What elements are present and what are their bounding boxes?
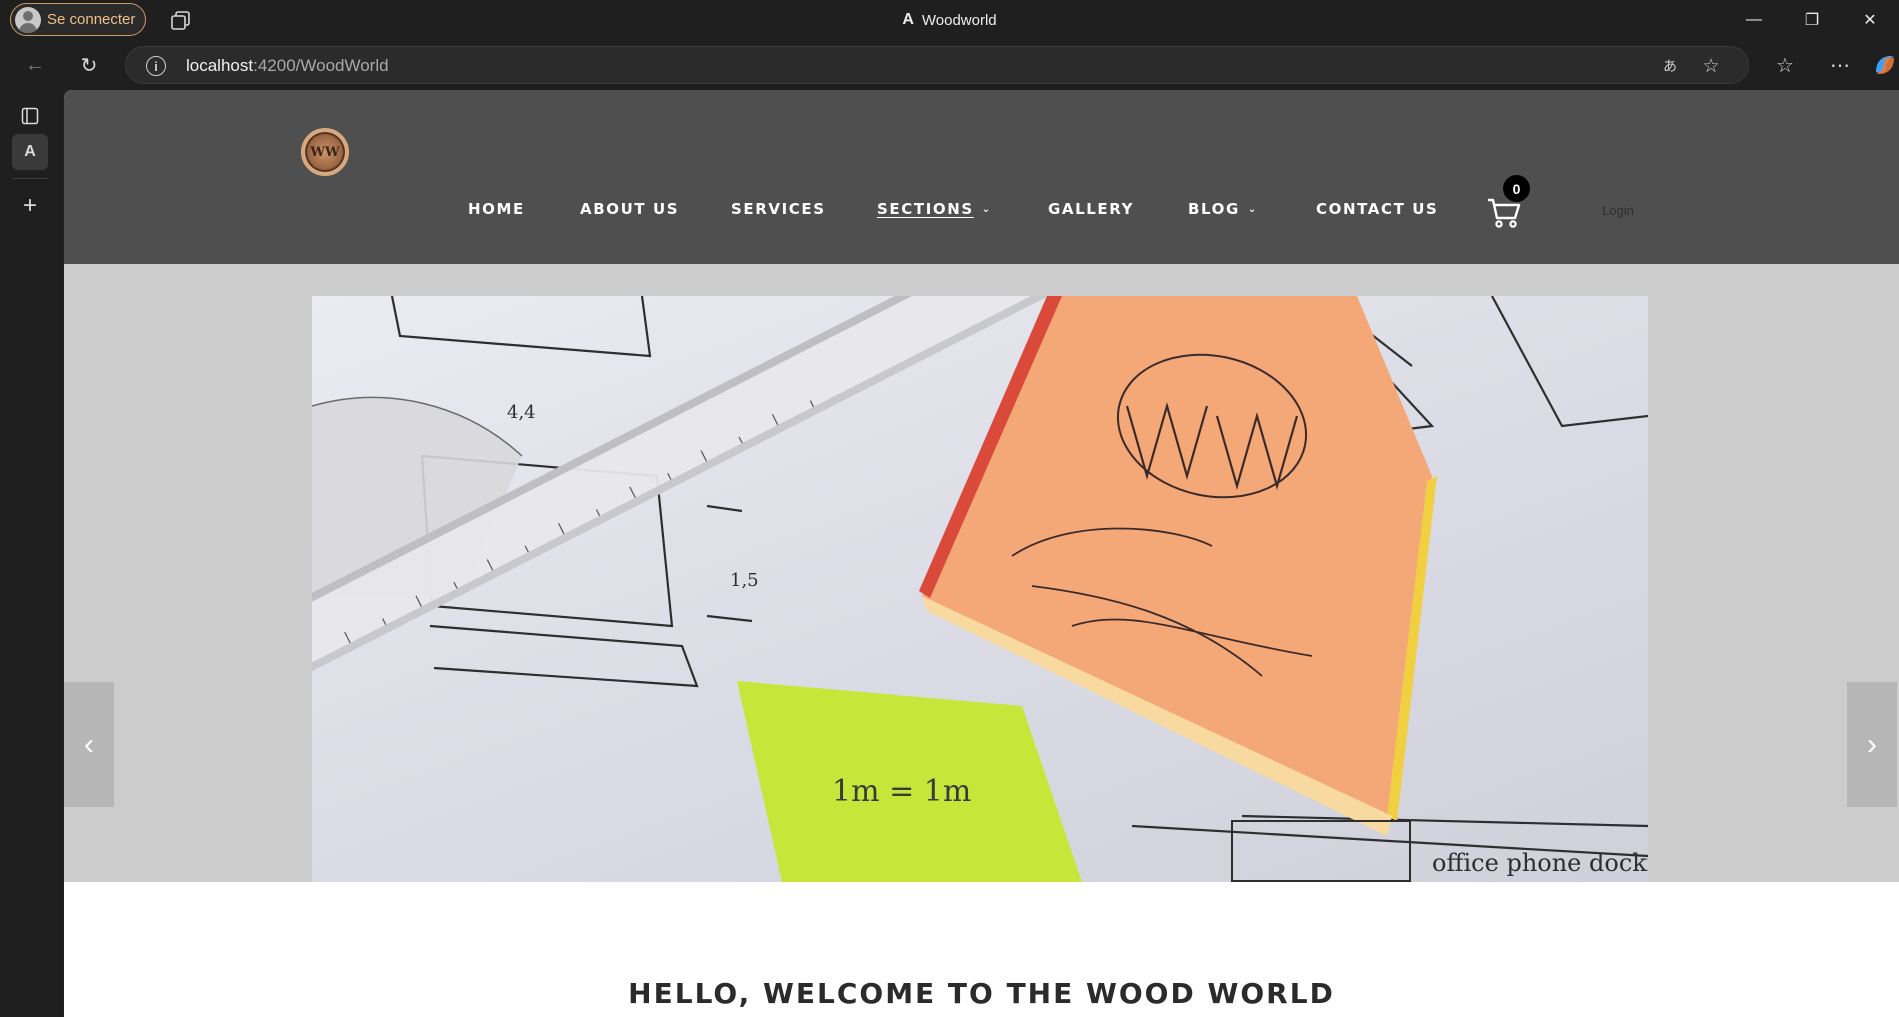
browser-title-bar: Se connecter A Woodworld — ❐ ✕ bbox=[0, 0, 1899, 40]
nav-services-label: SERVICES bbox=[731, 200, 826, 218]
logo-text: WW bbox=[310, 144, 340, 160]
carousel-next-button[interactable]: › bbox=[1847, 682, 1897, 807]
chevron-left-icon: ‹ bbox=[84, 727, 94, 761]
browser-toolbar: ← ↻ i localhost:4200/WoodWorld あ ☆ ☆ ⋯ bbox=[0, 40, 1899, 90]
nav-services[interactable]: SERVICES bbox=[731, 200, 826, 218]
nav-about-us-label: ABOUT US bbox=[580, 200, 680, 218]
nav-contact-us[interactable]: CONTACT US bbox=[1316, 200, 1438, 218]
window-title: A Woodworld bbox=[0, 0, 1899, 40]
url-path: :4200/WoodWorld bbox=[253, 56, 389, 75]
copilot-icon[interactable] bbox=[1870, 50, 1899, 80]
translate-icon[interactable]: あ bbox=[1658, 55, 1682, 77]
site-header: WW HOME ABOUT US SERVICES SECTIONS ⌄ GALL… bbox=[64, 90, 1899, 264]
tab-woodworld[interactable]: A bbox=[12, 134, 48, 170]
angular-icon: A bbox=[902, 11, 914, 28]
dimension-label-b: 1,5 bbox=[730, 570, 759, 591]
dimension-label-a: 4,4 bbox=[507, 402, 536, 423]
window-controls: — ❐ ✕ bbox=[1725, 0, 1899, 40]
nav-home-label: HOME bbox=[468, 200, 525, 218]
sidebar-divider bbox=[12, 178, 48, 179]
nav-sections-label: SECTIONS bbox=[877, 200, 974, 218]
hero-photo-illustration: 1m = 1m office phone docki 4,4 1,5 bbox=[312, 296, 1648, 882]
site-logo[interactable]: WW bbox=[301, 128, 349, 176]
more-menu-icon[interactable]: ⋯ bbox=[1825, 50, 1855, 80]
title-block-text: office phone docki bbox=[1432, 849, 1648, 877]
nav-gallery[interactable]: GALLERY bbox=[1048, 200, 1134, 218]
url-host: localhost bbox=[186, 56, 254, 75]
url-text[interactable]: localhost:4200/WoodWorld bbox=[186, 56, 389, 76]
new-tab-plus-icon[interactable]: + bbox=[12, 188, 48, 224]
tab-actions-icon[interactable] bbox=[12, 98, 48, 134]
angular-icon: A bbox=[24, 143, 36, 160]
sticky-note-text: 1m = 1m bbox=[832, 774, 971, 809]
restore-button[interactable]: ❐ bbox=[1783, 0, 1841, 40]
favorites-icon[interactable]: ☆ bbox=[1770, 50, 1800, 80]
address-bar[interactable]: i localhost:4200/WoodWorld あ ☆ bbox=[125, 46, 1749, 84]
cart-count-badge: 0 bbox=[1503, 175, 1530, 202]
page-viewport: WW HOME ABOUT US SERVICES SECTIONS ⌄ GALL… bbox=[64, 90, 1899, 1017]
carousel-prev-button[interactable]: ‹ bbox=[64, 682, 114, 807]
close-button[interactable]: ✕ bbox=[1841, 0, 1899, 40]
vertical-tabs-sidebar: A + bbox=[0, 90, 63, 1017]
nav-blog-label: BLOG bbox=[1188, 200, 1240, 218]
welcome-title: HELLO, WELCOME TO THE WOOD WORLD bbox=[628, 976, 1335, 1010]
welcome-section: HELLO, WELCOME TO THE WOOD WORLD bbox=[64, 882, 1899, 1017]
chevron-down-icon: ⌄ bbox=[981, 204, 992, 215]
back-arrow-icon[interactable]: ← bbox=[20, 50, 50, 80]
minimize-button[interactable]: — bbox=[1725, 0, 1783, 40]
nav-about-us[interactable]: ABOUT US bbox=[580, 200, 679, 218]
hero-carousel: 1m = 1m office phone docki 4,4 1,5 ‹ › bbox=[64, 264, 1899, 882]
chevron-right-icon: › bbox=[1867, 727, 1877, 761]
nav-home[interactable]: HOME bbox=[468, 200, 525, 218]
chevron-down-icon: ⌄ bbox=[1247, 204, 1258, 215]
nav-contact-us-label: CONTACT US bbox=[1316, 200, 1439, 218]
favorite-star-icon[interactable]: ☆ bbox=[1699, 55, 1723, 77]
login-link[interactable]: Login bbox=[1602, 203, 1634, 218]
window-title-text: Woodworld bbox=[921, 11, 997, 29]
profile-label: Se connecter bbox=[47, 11, 136, 28]
avatar-icon bbox=[15, 6, 41, 33]
profile-button[interactable]: Se connecter bbox=[10, 3, 147, 36]
nav-gallery-label: GALLERY bbox=[1048, 200, 1135, 218]
refresh-icon[interactable]: ↻ bbox=[74, 50, 104, 80]
nav-blog[interactable]: BLOG ⌄ bbox=[1188, 200, 1258, 218]
workspaces-icon[interactable] bbox=[170, 10, 192, 30]
site-info-icon[interactable]: i bbox=[146, 56, 166, 76]
hero-slide-image: 1m = 1m office phone docki 4,4 1,5 bbox=[312, 296, 1648, 882]
nav-sections[interactable]: SECTIONS ⌄ bbox=[877, 200, 992, 218]
